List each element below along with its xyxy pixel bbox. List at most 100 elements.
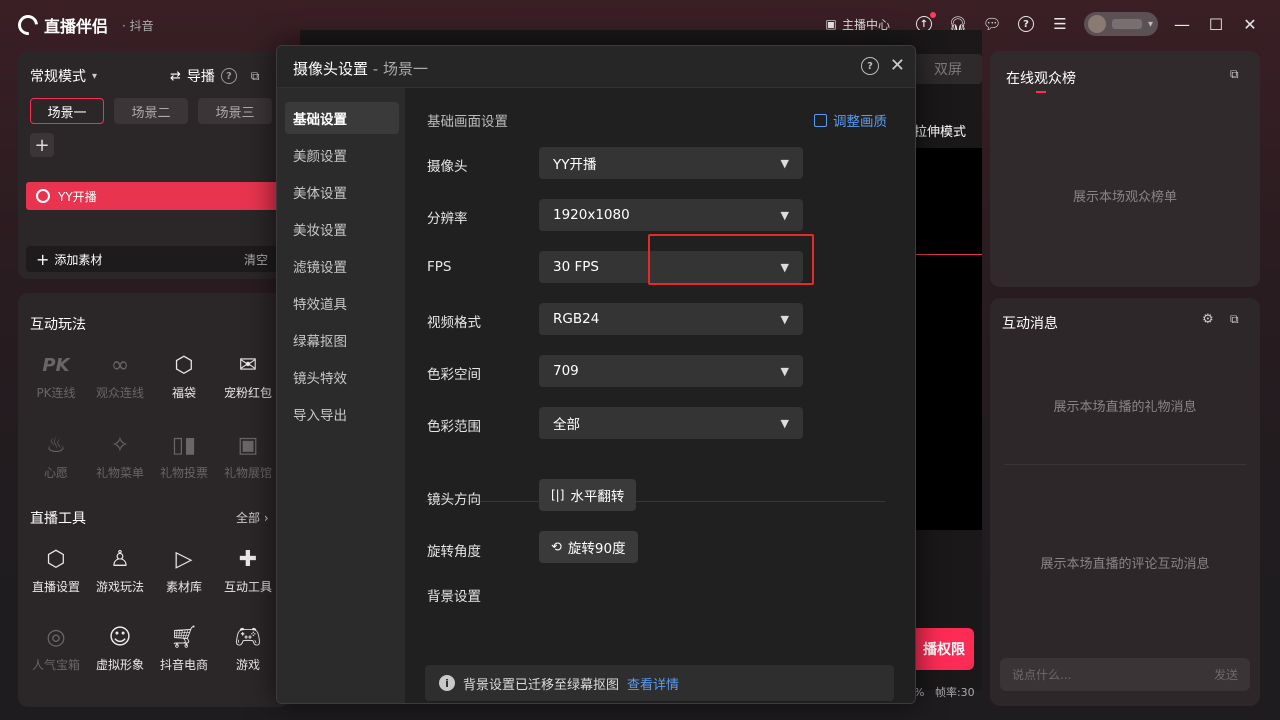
view-details-link[interactable]: 查看详情	[627, 674, 679, 693]
nav-import-export[interactable]: 导入导出	[285, 398, 399, 430]
camera-icon	[36, 189, 50, 203]
live-permission-button[interactable]: 播权限	[914, 628, 974, 670]
gift-menu-item[interactable]: ✧ 礼物菜单	[88, 430, 152, 481]
popout-icon[interactable]: ⧉	[251, 69, 260, 84]
popularity-box-item[interactable]: ◎ 人气宝箱	[24, 622, 88, 673]
ranking-title: 在线观众榜	[1006, 71, 1076, 87]
adjust-quality-link[interactable]: 调整画质	[814, 110, 887, 130]
clear-button[interactable]: 清空	[244, 251, 268, 268]
color-space-select[interactable]: 709 ▼	[539, 355, 803, 387]
live-settings-item[interactable]: ⬡ 直播设置	[24, 544, 88, 595]
tab-scene-2[interactable]: 场景二	[114, 98, 188, 124]
user-avatar[interactable]: ▾	[1084, 12, 1158, 36]
settings-gear-icon[interactable]: ⚙	[1202, 312, 1214, 327]
chevron-down-icon: ▼	[780, 364, 789, 378]
guide-button[interactable]: ⇄ 导播 ? ⧉	[170, 66, 259, 86]
help-button[interactable]: ?	[1016, 14, 1036, 34]
nav-green-screen[interactable]: 绿幕抠图	[285, 324, 399, 356]
tab-scene-3[interactable]: 场景三	[198, 98, 272, 124]
video-format-select[interactable]: RGB24 ▼	[539, 303, 803, 335]
gift-vote-icon: ▯▮	[171, 432, 197, 458]
interactive-tools-item[interactable]: ✚ 互动工具	[216, 544, 280, 595]
plus-icon: +	[36, 249, 50, 269]
nav-basic-settings[interactable]: 基础设置	[285, 102, 399, 134]
audience-link-label: 观众连线	[95, 386, 144, 400]
avatar-image	[1088, 15, 1106, 33]
lens-direction-label: 镜头方向	[427, 492, 481, 508]
ranking-placeholder: 展示本场观众榜单	[1072, 190, 1177, 205]
minimize-button[interactable]: —	[1172, 15, 1192, 34]
send-button[interactable]: 发送	[1214, 666, 1238, 683]
dual-screen-button[interactable]: 双屏	[914, 54, 982, 84]
background-info-banner: i 背景设置已迁移至绿幕抠图 查看详情	[425, 665, 894, 701]
color-space-label: 色彩空间	[427, 367, 481, 383]
camera-select[interactable]: YY开播 ▼	[539, 147, 803, 179]
horizontal-flip-label: 水平翻转	[570, 489, 625, 505]
gift-vote-item[interactable]: ▯▮ 礼物投票	[152, 430, 216, 481]
nav-makeup-settings[interactable]: 美妆设置	[285, 213, 399, 245]
tab-scene-1[interactable]: 场景一	[30, 98, 104, 124]
horizontal-flip-button[interactable]: [|] 水平翻转	[539, 479, 637, 511]
game-item[interactable]: 🎮︎ 游戏	[216, 622, 280, 673]
nav-beauty-settings[interactable]: 美颜设置	[285, 139, 399, 171]
audience-link-item[interactable]: ∞ 观众连线	[88, 350, 152, 401]
ranking-title-underline	[1036, 91, 1046, 93]
game-play-icon: ♙	[110, 546, 130, 572]
fps-value: 帧率:30	[934, 686, 975, 699]
gift-menu-icon: ✧	[110, 432, 130, 458]
dialog-title-text: 摄像头设置	[293, 60, 369, 78]
popout-icon[interactable]: ⧉	[1230, 312, 1239, 327]
shopping-cart-icon: 🛒︎	[170, 624, 198, 650]
stream-preview	[914, 148, 982, 530]
lucky-bag-item[interactable]: ⬡ 福袋	[152, 350, 216, 401]
menu-icon[interactable]: ☰	[1050, 14, 1070, 34]
virtual-avatar-item[interactable]: ☺ 虚拟形象	[88, 622, 152, 673]
username-blurred	[1112, 19, 1142, 29]
fps-readout: % 帧率:30	[914, 686, 975, 699]
plus-icon: +	[34, 134, 50, 156]
interactive-title: 互动玩法	[30, 317, 86, 333]
red-packet-item[interactable]: ✉ 宠粉红包	[216, 350, 280, 401]
color-range-label: 色彩范围	[427, 419, 481, 435]
stretch-mode-label[interactable]: 拉伸模式	[914, 121, 966, 140]
nav-effects-props[interactable]: 特效道具	[285, 287, 399, 319]
logo-icon	[13, 10, 43, 40]
gift-hall-item[interactable]: ▣ 礼物展馆	[216, 430, 280, 481]
messages-divider	[1004, 464, 1246, 465]
resolution-select[interactable]: 1920x1080 ▼	[539, 199, 803, 231]
mode-selector[interactable]: 常规模式 ▾	[30, 66, 97, 86]
dialog-close-button[interactable]: ✕	[890, 55, 905, 76]
nav-filter-settings[interactable]: 滤镜设置	[285, 250, 399, 282]
lucky-bag-label: 福袋	[171, 386, 196, 400]
color-range-select[interactable]: 全部 ▼	[539, 407, 803, 439]
dual-screen-label: 双屏	[934, 62, 962, 78]
chat-icon[interactable]: 💬︎	[982, 14, 1002, 34]
douyin-shop-item[interactable]: 🛒︎ 抖音电商	[152, 622, 216, 673]
popout-icon[interactable]: ⧉	[1230, 67, 1239, 82]
background-info-text: 背景设置已迁移至绿幕抠图	[463, 677, 620, 693]
guide-help-icon[interactable]: ?	[220, 68, 237, 84]
material-library-item[interactable]: ▷ 素材库	[152, 544, 216, 595]
chevron-down-icon: ▼	[780, 416, 789, 430]
nav-body-settings[interactable]: 美体设置	[285, 176, 399, 208]
scene-tabs: 场景一 场景二 场景三	[30, 98, 272, 124]
nav-lens-effects[interactable]: 镜头特效	[285, 361, 399, 393]
game-play-item[interactable]: ♙ 游戏玩法	[88, 544, 152, 595]
mode-label: 常规模式	[30, 69, 86, 85]
add-scene-button[interactable]: +	[30, 133, 54, 157]
camera-settings-dialog: 摄像头设置 - 场景一 ? ✕ 基础设置 美颜设置 美体设置 美妆设置 滤镜设置…	[276, 45, 916, 704]
comment-input[interactable]: 说点什么... 发送	[1000, 658, 1250, 691]
all-tools-link[interactable]: 全部 ›	[236, 509, 269, 526]
settings-nav: 基础设置 美颜设置 美体设置 美妆设置 滤镜设置 特效道具 绿幕抠图 镜头特效 …	[277, 88, 405, 703]
close-window-button[interactable]: ✕	[1240, 15, 1260, 34]
wish-item[interactable]: ♨ 心愿	[24, 430, 88, 481]
tools-title: 直播工具	[30, 511, 86, 527]
douyin-shop-label: 抖音电商	[159, 658, 208, 672]
add-material-button[interactable]: + 添加素材	[36, 250, 102, 269]
pk-link-item[interactable]: PK PK连线	[24, 350, 88, 401]
source-item-yy[interactable]: YY开播	[26, 182, 290, 210]
dialog-help-icon[interactable]: ?	[861, 57, 879, 75]
rotate-90-button[interactable]: ⟲ 旋转90度	[539, 531, 638, 563]
platform-name: · 抖音	[122, 18, 154, 33]
maximize-button[interactable]: ☐	[1206, 15, 1226, 34]
